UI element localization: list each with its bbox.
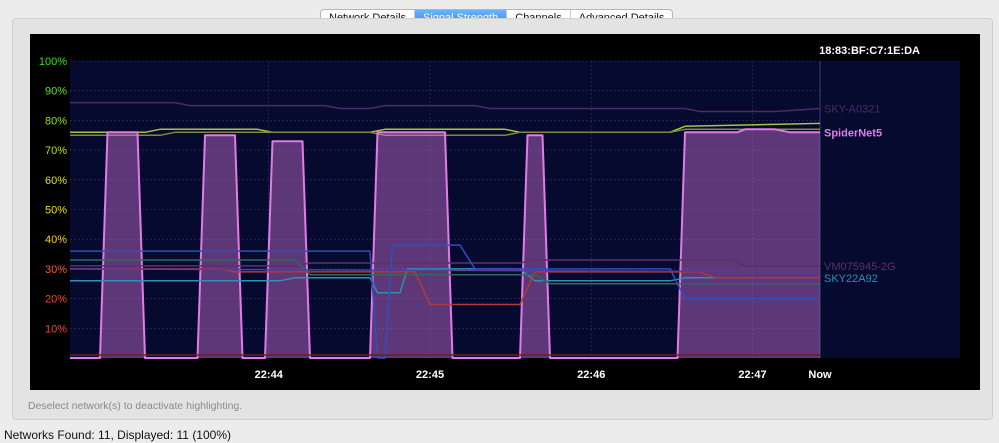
signal-chart: 10% 20% 30% 40% 50% 60% 70% 80% 90% 100% 22:44 22:4… xyxy=(30,34,980,390)
x-tick-label: 22:47 xyxy=(738,369,766,381)
y-tick-label: 100% xyxy=(39,56,67,68)
y-tick-label: 10% xyxy=(45,323,67,335)
series-label: VM075945-2G xyxy=(824,261,896,273)
x-tick-label: 22:45 xyxy=(416,369,444,381)
y-tick-label: 20% xyxy=(45,294,67,306)
signal-chart-svg[interactable]: 10% 20% 30% 40% 50% 60% 70% 80% 90% 100% 22:44 22:4… xyxy=(30,34,980,390)
chart-title: 18:83:BF:C7:1E:DA xyxy=(819,45,920,57)
y-tick-label: 30% xyxy=(45,264,67,276)
y-tick-label: 70% xyxy=(45,145,67,157)
y-tick-label: 60% xyxy=(45,175,67,187)
x-tick-label: 22:46 xyxy=(577,369,605,381)
y-tick-label: 80% xyxy=(45,115,67,127)
y-tick-label: 90% xyxy=(45,86,67,98)
series-label: SKY-A0321 xyxy=(824,104,880,116)
series-label: SKY22A92 xyxy=(824,273,878,285)
x-tick-label: 22:44 xyxy=(255,369,284,381)
highlight-hint: Deselect network(s) to deactivate highli… xyxy=(28,400,243,412)
x-tick-label: Now xyxy=(808,369,832,381)
y-tick-label: 50% xyxy=(45,205,67,217)
status-bar-text: Networks Found: 11, Displayed: 11 (100%) xyxy=(4,428,231,442)
series-label: SpiderNet5 xyxy=(824,127,882,139)
y-tick-label: 40% xyxy=(45,234,67,246)
